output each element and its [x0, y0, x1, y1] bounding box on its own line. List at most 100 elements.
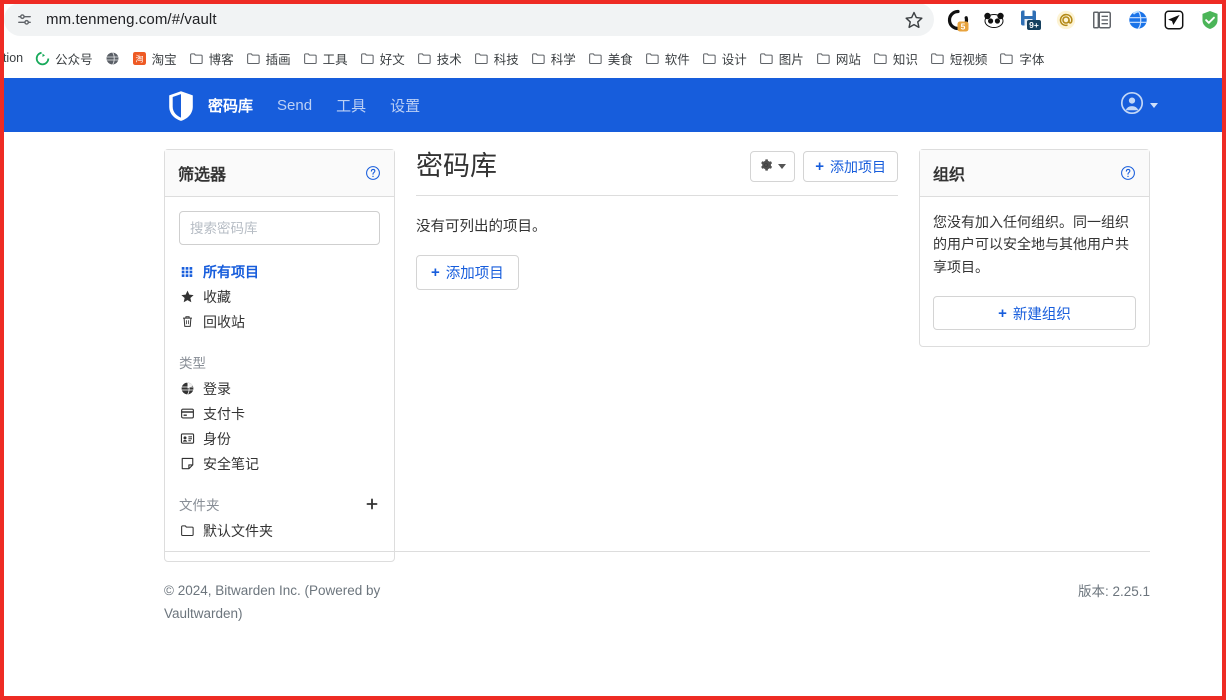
- filter-item-label: 收藏: [203, 288, 231, 305]
- globe-extension-icon[interactable]: [1124, 6, 1152, 34]
- organizations-card-header: 组织: [920, 150, 1149, 197]
- bookmark-item[interactable]: [99, 48, 126, 69]
- bookmark-item[interactable]: 科学: [525, 46, 582, 71]
- navbar-link-label: 密码库: [208, 97, 254, 115]
- caret-down-icon: [1150, 102, 1158, 108]
- search-input[interactable]: [179, 211, 380, 245]
- green-shield-extension-icon[interactable]: [1196, 6, 1224, 34]
- folder-filter-item-1[interactable]: 默认文件夹: [179, 518, 380, 543]
- bookmark-item[interactable]: 公众号: [29, 46, 99, 71]
- bookmark-item[interactable]: 字体: [993, 46, 1050, 71]
- navbar-link-1[interactable]: 密码库: [208, 95, 267, 116]
- bookmark-label: 软件: [664, 52, 690, 67]
- vault-header-actions: + 添加项目: [750, 151, 898, 183]
- bookmark-item[interactable]: 设计: [696, 46, 753, 71]
- navbar-link-label: 设置: [390, 97, 421, 115]
- navbar-link-3[interactable]: 工具: [336, 95, 380, 116]
- add-folder-button[interactable]: [364, 496, 380, 512]
- bookmark-item[interactable]: 工具: [297, 46, 354, 71]
- account-menu[interactable]: [1120, 78, 1158, 132]
- type-filter-item-2[interactable]: 支付卡: [179, 401, 380, 426]
- bookmark-item[interactable]: 知识: [867, 46, 924, 71]
- add-item-button[interactable]: + 添加项目: [803, 151, 898, 183]
- bookmark-label: 公众号: [55, 52, 93, 67]
- type-filter-item-4[interactable]: 安全笔记: [179, 451, 380, 476]
- navbar-link-2[interactable]: Send: [277, 97, 326, 114]
- folder-icon: [588, 51, 603, 66]
- panda-extension-icon[interactable]: [980, 6, 1008, 34]
- vault-main-column: 密码库 + 添加项目 没有可列出的项目。 + 添加项目: [416, 149, 898, 291]
- organizations-card-body: 您没有加入任何组织。同一组织的用户可以安全地与其他用户共享项目。 + 新建组织: [920, 197, 1149, 346]
- organizations-title: 组织: [933, 167, 966, 184]
- bookmark-label: 短视频: [949, 52, 988, 67]
- folder-icon: [474, 51, 489, 66]
- folder-icon: [417, 51, 432, 66]
- grey-globe-icon: [105, 51, 120, 66]
- new-organization-button[interactable]: + 新建组织: [933, 296, 1136, 331]
- navbar-link-label: 工具: [336, 97, 367, 115]
- filter-item-label: 安全笔记: [203, 455, 259, 472]
- star-outline-icon[interactable]: [904, 10, 924, 30]
- credit-card-icon: [179, 406, 195, 422]
- svg-text:淘: 淘: [135, 53, 143, 63]
- green-swirl-icon: [35, 51, 50, 66]
- bookmark-item[interactable]: 科技: [468, 46, 525, 71]
- folder-group-header: 文件夹: [179, 490, 380, 517]
- filters-title: 筛选器: [178, 167, 227, 184]
- add-item-label: 添加项目: [445, 266, 504, 283]
- badge-counter-extension-icon[interactable]: 5: [944, 6, 972, 34]
- bookmark-item[interactable]: 博客: [183, 46, 240, 71]
- filters-card-body: 所有项目收藏回收站 类型 登录支付卡身份安全笔记 文件夹: [165, 197, 394, 561]
- vault-options-button[interactable]: [750, 151, 796, 183]
- bookmark-item[interactable]: 软件: [639, 46, 696, 71]
- address-bar[interactable]: mm.tenmeng.com/#/vault: [4, 3, 934, 36]
- extension-toolbar: 5 9+: [944, 2, 1224, 37]
- copy-pages-extension-icon[interactable]: [1088, 6, 1116, 34]
- question-circle-icon[interactable]: [365, 165, 381, 181]
- type-filter-item-1[interactable]: 登录: [179, 376, 380, 401]
- bookmark-item[interactable]: 美食: [582, 46, 639, 71]
- filters-card-header: 筛选器: [165, 150, 394, 197]
- filters-card: 筛选器 所有项目收藏回收站 类型 登录支付卡身份安全笔记: [164, 149, 395, 562]
- bookmark-item[interactable]: 图片: [753, 46, 810, 71]
- folder-icon: [246, 51, 261, 66]
- bookmark-item[interactable]: otion: [0, 48, 29, 68]
- bookmark-label: 好文: [379, 52, 405, 67]
- add-item-label: 添加项目: [830, 158, 886, 175]
- filter-item-3[interactable]: 回收站: [179, 309, 380, 334]
- at-sign-extension-icon[interactable]: [1052, 6, 1080, 34]
- bookmark-label: 工具: [322, 52, 348, 67]
- type-filter-item-3[interactable]: 身份: [179, 426, 380, 451]
- taobao-icon: 淘: [132, 51, 147, 66]
- bookmark-item[interactable]: 好文: [354, 46, 411, 71]
- vault-header: 密码库 + 添加项目: [416, 151, 898, 197]
- bitwarden-shield-icon[interactable]: [167, 90, 195, 121]
- navbar-link-4[interactable]: 设置: [390, 95, 434, 116]
- page-title: 密码库: [416, 151, 497, 181]
- bookmark-item[interactable]: 短视频: [924, 46, 994, 71]
- organizations-card: 组织 您没有加入任何组织。同一组织的用户可以安全地与其他用户共享项目。 + 新建…: [919, 149, 1150, 348]
- bookmark-item[interactable]: 淘淘宝: [126, 46, 183, 71]
- filter-item-2[interactable]: 收藏: [179, 284, 380, 309]
- question-circle-icon[interactable]: [1120, 165, 1136, 181]
- empty-state-message: 没有可列出的项目。: [416, 219, 547, 236]
- filter-item-1[interactable]: 所有项目: [179, 259, 380, 284]
- bookmark-label: 博客: [208, 52, 234, 67]
- page-body: 筛选器 所有项目收藏回收站 类型 登录支付卡身份安全笔记: [4, 132, 1222, 696]
- url-text: mm.tenmeng.com/#/vault: [46, 11, 217, 28]
- content-columns: 筛选器 所有项目收藏回收站 类型 登录支付卡身份安全笔记: [164, 149, 1150, 562]
- filter-item-label: 回收站: [203, 313, 245, 330]
- bookmark-item[interactable]: 技术: [411, 46, 468, 71]
- bookmark-item[interactable]: 网站: [810, 46, 867, 71]
- filter-item-label: 身份: [203, 430, 231, 447]
- folder-icon: [189, 51, 204, 66]
- add-item-empty-state-button[interactable]: + 添加项目: [416, 255, 519, 291]
- save-page-extension-icon[interactable]: 9+: [1016, 6, 1044, 34]
- app-navbar: 密码库 Send 工具 设置: [4, 78, 1222, 132]
- paper-plane-extension-icon[interactable]: [1160, 6, 1188, 34]
- folder-icon: [759, 51, 774, 66]
- sliders-icon[interactable]: [10, 6, 38, 34]
- organizations-description: 您没有加入任何组织。同一组织的用户可以安全地与其他用户共享项目。: [933, 214, 1129, 275]
- bookmark-item[interactable]: 插画: [240, 46, 297, 71]
- folder-icon: [179, 523, 195, 539]
